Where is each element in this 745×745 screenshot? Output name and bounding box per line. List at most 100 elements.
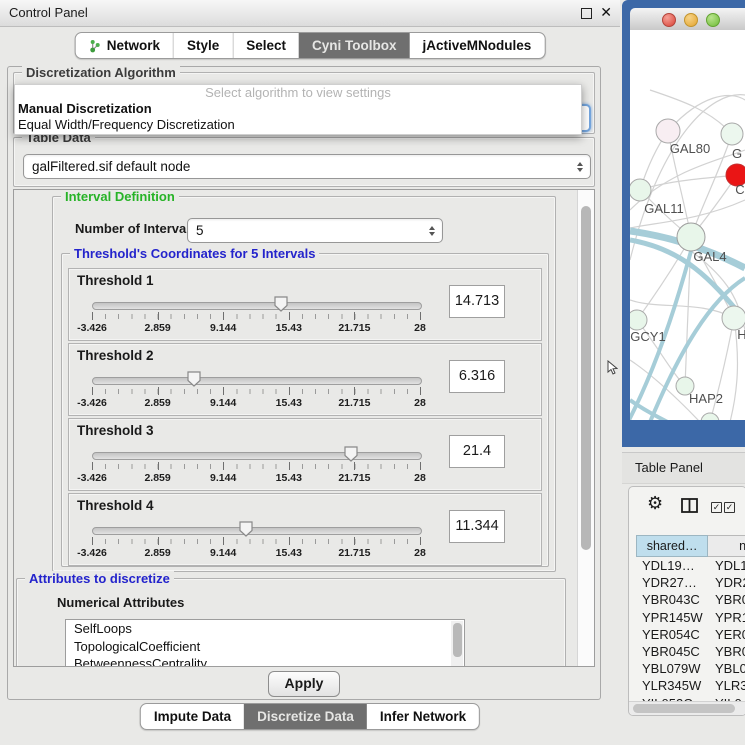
network-node[interactable] [656, 119, 680, 143]
float-window-icon[interactable] [581, 8, 592, 19]
table-cell: YER054C [636, 626, 708, 643]
tick-label: 9.144 [210, 397, 236, 409]
network-node[interactable] [630, 179, 651, 201]
slider-major-tick [223, 462, 224, 470]
table-row[interactable]: YDL19…YDL1 [636, 557, 745, 574]
threshold-slider[interactable]: -3.4262.8599.14415.4321.71528 [92, 522, 420, 562]
algorithm-option-equal-width-frequency-discretization[interactable]: Equal Width/Frequency Discretization [15, 117, 581, 133]
settings-scrollbar-thumb[interactable] [581, 206, 591, 550]
tab-label: Discretize Data [257, 704, 354, 729]
tab-infer-network[interactable]: Infer Network [367, 704, 479, 729]
slider-major-tick [158, 312, 159, 320]
slider-major-tick [158, 387, 159, 395]
network-node[interactable] [701, 413, 719, 420]
list-scrollbar[interactable] [451, 621, 463, 667]
tick-label: -3.426 [77, 472, 107, 484]
table-cell: YBR0 [708, 591, 745, 608]
threshold-value-field[interactable]: 6.316 [449, 360, 505, 393]
minimize-traffic-light[interactable] [684, 13, 698, 27]
threshold-value-field[interactable]: 21.4 [449, 435, 505, 468]
threshold-slider[interactable]: -3.4262.8599.14415.4321.71528 [92, 372, 420, 412]
network-canvas[interactable]: GAL80GGAL11CGAL4GCY1HHAP2 [630, 30, 745, 420]
tab-impute-data[interactable]: Impute Data [141, 704, 244, 729]
table-cell: YLR345W [636, 677, 708, 694]
table-cell: YPR145W [636, 609, 708, 626]
table-cell: YDR2 [708, 574, 745, 591]
tab-label: Style [187, 33, 219, 58]
tick-label: 15.43 [276, 397, 302, 409]
checkbox-icon[interactable]: ✓ [724, 502, 735, 513]
slider-track[interactable] [92, 527, 422, 535]
slider-track[interactable] [92, 377, 422, 385]
gear-icon[interactable]: ⚙ [647, 493, 663, 514]
column-header-shared-name[interactable]: shared… [636, 535, 708, 557]
tick-label: -3.426 [77, 397, 107, 409]
list-scrollbar-thumb[interactable] [453, 623, 462, 657]
network-edge [640, 175, 737, 190]
network-node[interactable] [677, 223, 705, 251]
slider-major-tick [92, 537, 93, 545]
tab-cyni-toolbox[interactable]: Cyni Toolbox [299, 33, 410, 58]
combo-arrows-icon [429, 226, 435, 236]
cyni-mode-tabbar: Impute Data Discretize Data Infer Network [140, 703, 480, 730]
close-icon[interactable]: ✕ [600, 4, 612, 20]
attribute-item-betweennesscentrality[interactable]: BetweennessCentrality [66, 655, 464, 667]
checkbox-icon[interactable]: ✓ [711, 502, 722, 513]
attribute-item-selfloops[interactable]: SelfLoops [66, 620, 464, 638]
table-data-combobox[interactable]: galFiltered.sif default node [23, 154, 591, 179]
algorithm-option-manual-discretization[interactable]: Manual Discretization [15, 101, 581, 117]
zoom-traffic-light[interactable] [706, 13, 720, 27]
slider-major-tick [158, 537, 159, 545]
slider-major-tick [420, 312, 421, 320]
table-cell: YDR27… [636, 574, 708, 591]
threshold-value-field[interactable]: 11.344 [449, 510, 505, 543]
num-intervals-combobox[interactable]: 5 [187, 218, 443, 243]
table-row[interactable]: YBR045CYBR0 [636, 643, 745, 660]
tab-discretize-data[interactable]: Discretize Data [244, 704, 367, 729]
table-horizontal-scrollbar[interactable] [629, 701, 745, 715]
slider-major-tick [92, 387, 93, 395]
tab-select[interactable]: Select [232, 33, 299, 58]
attribute-item-topologicalcoefficient[interactable]: TopologicalCoefficient [66, 638, 464, 656]
slider-major-tick [92, 462, 93, 470]
tab-label: Network [107, 33, 160, 58]
apply-button[interactable]: Apply [268, 671, 340, 697]
table-scrollbar-thumb[interactable] [633, 704, 735, 713]
node-label: C [735, 182, 744, 197]
table-row[interactable]: YBR043CYBR0 [636, 591, 745, 608]
tick-label: 2.859 [144, 322, 170, 334]
algorithm-placeholder-option[interactable]: Select algorithm to view settings [15, 85, 581, 101]
slider-major-tick [289, 462, 290, 470]
columns-icon[interactable] [681, 498, 698, 513]
tab-jactivemnodules[interactable]: jActiveMNodules [410, 33, 545, 58]
attributes-group: Attributes to discretize Numerical Attri… [16, 578, 566, 667]
slider-track[interactable] [92, 452, 422, 460]
network-node[interactable] [630, 310, 647, 330]
attributes-listbox[interactable]: SelfLoopsTopologicalCoefficientBetweenne… [65, 619, 465, 667]
table-row[interactable]: YER054CYER0 [636, 626, 745, 643]
table-row[interactable]: YDR27…YDR2 [636, 574, 745, 591]
slider-thumb[interactable] [274, 296, 289, 312]
table-row[interactable]: YPR145WYPR1 [636, 609, 745, 626]
threshold-slider[interactable]: -3.4262.8599.14415.4321.71528 [92, 447, 420, 487]
threshold-value-field[interactable]: 14.713 [449, 285, 505, 318]
tab-network[interactable]: Network [76, 33, 173, 58]
node-label: HAP2 [689, 391, 723, 406]
table-row[interactable]: YBL079WYBL0 [636, 660, 745, 677]
slider-minor-ticks [92, 389, 420, 394]
table-cell: YBL079W [636, 660, 708, 677]
settings-vertical-scrollbar[interactable] [577, 190, 594, 666]
network-icon [89, 39, 102, 53]
threshold-slider[interactable]: -3.4262.8599.14415.4321.71528 [92, 297, 420, 337]
slider-track[interactable] [92, 302, 422, 310]
table-row[interactable]: YLR345WYLR3 [636, 677, 745, 694]
network-node[interactable] [721, 123, 743, 145]
tick-label: 15.43 [276, 472, 302, 484]
tab-style[interactable]: Style [173, 33, 232, 58]
slider-thumb[interactable] [344, 446, 359, 462]
slider-thumb[interactable] [186, 371, 201, 387]
slider-thumb[interactable] [239, 521, 254, 537]
close-traffic-light[interactable] [662, 13, 676, 27]
tick-label: 15.43 [276, 322, 302, 334]
column-header-name[interactable]: na [708, 535, 745, 557]
